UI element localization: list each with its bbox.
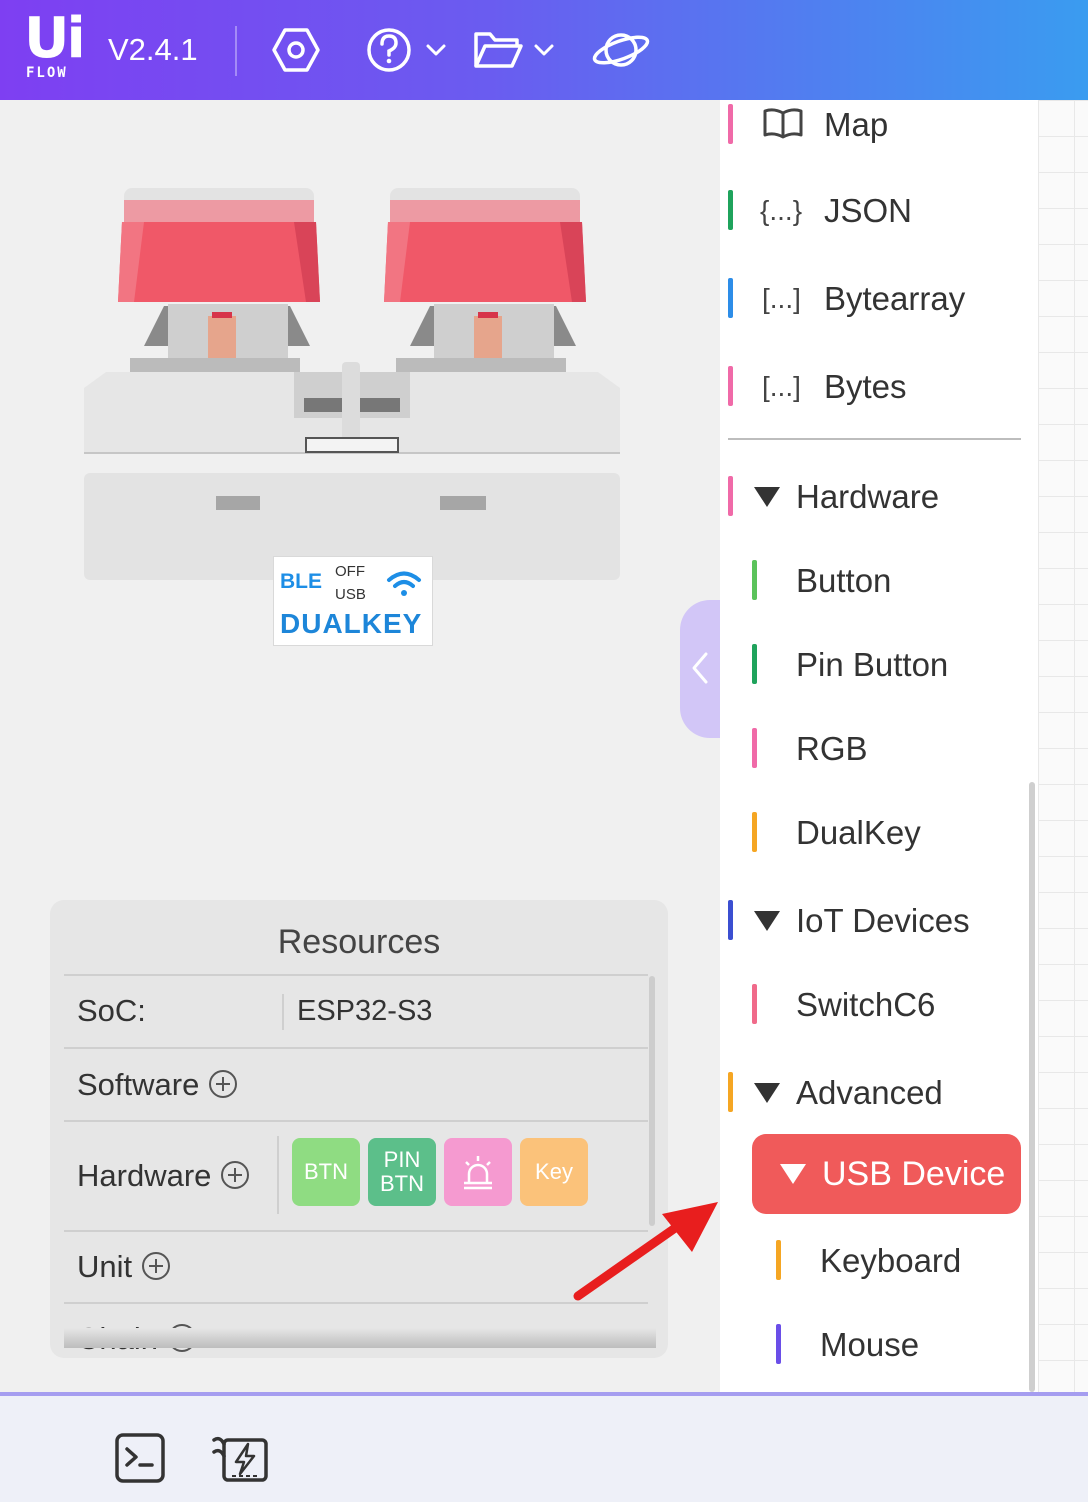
sidebar-item-label: IoT Devices: [796, 902, 970, 939]
folder-icon: [474, 32, 554, 68]
category-color-bar: [728, 190, 733, 230]
terminal-icon: [115, 1433, 165, 1483]
braces-icon: {...}: [760, 195, 803, 226]
sidebar-divider: [728, 438, 1021, 440]
terminal-button[interactable]: [114, 1432, 166, 1489]
annotation-arrow: [573, 1202, 718, 1301]
column-divider: [282, 994, 284, 1030]
category-color-bar: [752, 812, 757, 852]
hardware-chip-pin-btn[interactable]: PIN BTN: [368, 1138, 436, 1206]
add-software-icon[interactable]: [209, 1069, 238, 1098]
switch-off-label: OFF: [335, 563, 365, 580]
blocks-workspace[interactable]: [1038, 100, 1088, 1392]
category-color-bar: [728, 278, 733, 318]
resources-scrollbar[interactable]: [649, 976, 655, 1226]
sidebar-item-label: Hardware: [796, 478, 940, 515]
version-label: V2.4.1: [108, 32, 198, 67]
software-label: Software: [77, 1067, 200, 1102]
help-button[interactable]: [366, 24, 448, 76]
caret-down-icon: [754, 487, 780, 507]
planet-icon: [592, 33, 650, 67]
caret-down-icon: [754, 911, 780, 931]
wifi-icon: [387, 571, 421, 596]
sidebar-item-label: Map: [824, 106, 889, 143]
unit-row[interactable]: Unit: [77, 1248, 171, 1286]
divider: [64, 1302, 648, 1304]
hardware-label: Hardware: [77, 1158, 212, 1193]
caret-down-icon: [754, 1083, 780, 1103]
help-icon: [367, 28, 446, 72]
add-unit-icon[interactable]: [142, 1251, 171, 1280]
hardware-chip-btn[interactable]: BTN: [292, 1138, 360, 1206]
brackets-icon: [...]: [762, 283, 801, 314]
flash-icon: [212, 1436, 268, 1482]
sidebar-item-label: Bytes: [824, 368, 907, 405]
sidebar-group-usb-device[interactable]: USB Device: [752, 1134, 1021, 1214]
category-color-bar: [728, 104, 733, 144]
divider: [64, 1047, 648, 1049]
uiflow-logo: Ui FLOW: [24, 6, 90, 84]
category-color-bar: [776, 1240, 781, 1280]
category-color-bar: [728, 366, 733, 406]
soc-value: ESP32-S3: [297, 995, 433, 1027]
category-sidebar: Map {...} JSON [...] Bytearray [...] Byt…: [720, 100, 1038, 1392]
category-color-bar: [776, 1324, 781, 1364]
rgb-light-icon: [464, 1156, 492, 1190]
add-hardware-icon[interactable]: [221, 1160, 250, 1189]
brackets-icon: [...]: [762, 371, 801, 402]
sidebar-item-label: DualKey: [796, 814, 921, 851]
top-bar: Ui FLOW V2.4.1: [0, 0, 1088, 100]
chevron-left-icon: [692, 652, 708, 684]
software-row[interactable]: Software: [77, 1066, 238, 1104]
project-menu-button[interactable]: [472, 24, 558, 76]
book-icon: [762, 105, 804, 149]
hardware-row[interactable]: Hardware: [77, 1157, 250, 1195]
sidebar-item-label: Advanced: [796, 1074, 943, 1111]
category-color-bar: [752, 644, 757, 684]
category-color-bar: [728, 476, 733, 516]
device-name-label: DUALKEY: [280, 608, 423, 639]
settings-icon: [272, 28, 320, 72]
sidebar-item-label: USB Device: [822, 1154, 1006, 1193]
logo-flow-text: FLOW: [26, 65, 68, 81]
divider: [64, 974, 648, 976]
sidebar-item-label: SwitchC6: [796, 986, 936, 1023]
sidebar-item-label: Keyboard: [820, 1242, 962, 1279]
sidebar-item-label: Button: [796, 562, 892, 599]
unit-label: Unit: [77, 1249, 133, 1284]
settings-button[interactable]: [270, 24, 322, 76]
hardware-chip-rgb[interactable]: [444, 1138, 512, 1206]
category-color-bar: [752, 984, 757, 1024]
sidebar-item-label: Bytearray: [824, 280, 966, 317]
bottom-toolbar: [0, 1392, 1088, 1502]
dualkey-device-image: [84, 188, 620, 580]
logo-ui-text: Ui: [24, 6, 86, 71]
category-color-bar: [728, 900, 733, 940]
sidebar-item-label: Pin Button: [796, 646, 949, 683]
divider: [64, 1120, 648, 1122]
sidebar-scrollbar[interactable]: [1029, 782, 1035, 1392]
ble-label: BLE: [280, 570, 322, 593]
sidebar-item-label: Mouse: [820, 1326, 920, 1363]
resources-title: Resources: [277, 923, 441, 961]
sidebar-item-label: JSON: [824, 192, 913, 229]
category-color-bar: [752, 728, 757, 768]
column-divider: [277, 1136, 279, 1214]
soc-label: SoC:: [77, 993, 146, 1028]
sidebar-item-label: RGB: [796, 730, 868, 767]
divider: [64, 1230, 648, 1232]
category-color-bar: [728, 1072, 733, 1112]
flash-button[interactable]: [210, 1432, 270, 1489]
scroll-fade: [64, 1328, 656, 1348]
cloud-button[interactable]: [590, 24, 652, 76]
caret-down-icon: [780, 1164, 806, 1184]
switch-usb-label: USB: [335, 586, 366, 603]
category-color-bar: [752, 560, 757, 600]
toolbar-divider: [235, 26, 237, 76]
